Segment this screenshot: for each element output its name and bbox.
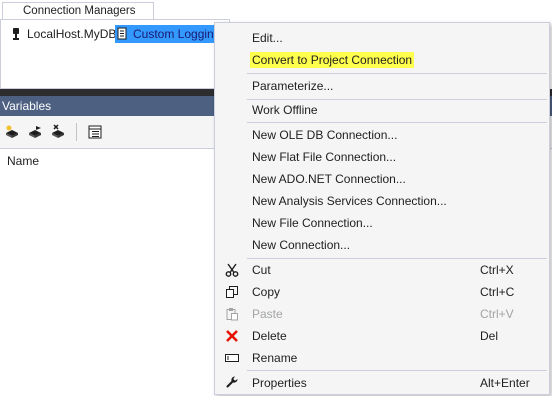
delete-x-icon — [219, 325, 245, 347]
menu-item-new-ole-db-connection[interactable]: New OLE DB Connection... — [217, 124, 547, 146]
wrench-icon — [219, 372, 245, 394]
menu-item-shortcut: Ctrl+C — [480, 285, 515, 299]
add-variable-icon[interactable] — [3, 123, 21, 141]
menu-item-label: Rename — [252, 351, 298, 365]
connection-manager-label: LocalHost.MyDB — [27, 27, 117, 41]
menu-item-cut[interactable]: Cut Ctrl+X — [217, 259, 547, 281]
menu-item-label: New File Connection... — [252, 216, 373, 230]
menu-item-new-analysis-services-connection[interactable]: New Analysis Services Connection... — [217, 190, 547, 212]
menu-item-label: New Flat File Connection... — [252, 150, 397, 164]
menu-item-work-offline[interactable]: Work Offline — [217, 99, 547, 121]
menu-item-edit[interactable]: Edit... — [217, 27, 547, 49]
move-variable-icon[interactable] — [26, 123, 44, 141]
menu-item-label: Parameterize... — [252, 79, 334, 93]
menu-item-new-connection[interactable]: New Connection... — [217, 234, 547, 256]
menu-item-delete[interactable]: Delete Del — [217, 325, 547, 347]
menu-item-label: New ADO.NET Connection... — [252, 172, 406, 186]
menu-item-shortcut: Ctrl+X — [480, 263, 514, 277]
rename-icon — [219, 347, 245, 369]
menu-item-shortcut: Alt+Enter — [480, 376, 530, 390]
menu-item-paste[interactable]: Paste Ctrl+V — [217, 303, 547, 325]
menu-separator — [247, 122, 547, 123]
menu-item-label: New OLE DB Connection... — [252, 128, 398, 142]
menu-item-parameterize[interactable]: Parameterize... — [217, 75, 547, 97]
context-menu: Edit... Convert to Project Connection Pa… — [214, 22, 550, 395]
menu-item-label: New Analysis Services Connection... — [252, 194, 447, 208]
scissors-icon — [219, 259, 245, 281]
menu-item-label: Work Offline — [252, 103, 318, 117]
grid-options-icon[interactable] — [86, 123, 104, 141]
column-header-name[interactable]: Name — [7, 154, 39, 168]
menu-item-label: Convert to Project Connection — [250, 52, 415, 68]
menu-item-label: Edit... — [252, 31, 283, 45]
menu-item-properties[interactable]: Properties Alt+Enter — [217, 372, 547, 394]
menu-item-new-ado-net-connection[interactable]: New ADO.NET Connection... — [217, 168, 547, 190]
copy-icon — [219, 281, 245, 303]
toolbar-separator — [76, 123, 77, 141]
menu-item-convert-to-project-connection[interactable]: Convert to Project Connection — [217, 49, 547, 71]
tab-connection-managers[interactable]: Connection Managers — [2, 2, 154, 20]
menu-item-label: New Connection... — [252, 238, 351, 252]
menu-item-shortcut: Del — [480, 329, 499, 343]
log-provider-icon — [115, 26, 129, 42]
menu-item-label: Copy — [252, 285, 281, 299]
menu-separator — [247, 370, 547, 371]
connection-manager-localhost[interactable]: LocalHost.MyDB — [9, 25, 116, 43]
connection-manager-custom-logging[interactable]: Custom Logging — [115, 25, 225, 43]
connection-managers-panel: LocalHost.MyDB Custom Logging — [0, 19, 230, 89]
menu-item-new-file-connection[interactable]: New File Connection... — [217, 212, 547, 234]
menu-item-shortcut: Ctrl+V — [480, 307, 514, 321]
menu-item-label: Paste — [252, 307, 283, 321]
delete-variable-icon[interactable] — [49, 123, 67, 141]
menu-separator — [247, 73, 547, 74]
menu-item-copy[interactable]: Copy Ctrl+C — [217, 281, 547, 303]
menu-item-label: Properties — [252, 376, 307, 390]
paste-icon — [219, 303, 245, 325]
menu-item-new-flat-file-connection[interactable]: New Flat File Connection... — [217, 146, 547, 168]
menu-item-label: Cut — [252, 263, 271, 277]
menu-item-label: Delete — [252, 329, 287, 343]
menu-item-rename[interactable]: Rename — [217, 347, 547, 369]
database-plug-icon — [9, 26, 23, 42]
connection-manager-label: Custom Logging — [133, 27, 221, 41]
